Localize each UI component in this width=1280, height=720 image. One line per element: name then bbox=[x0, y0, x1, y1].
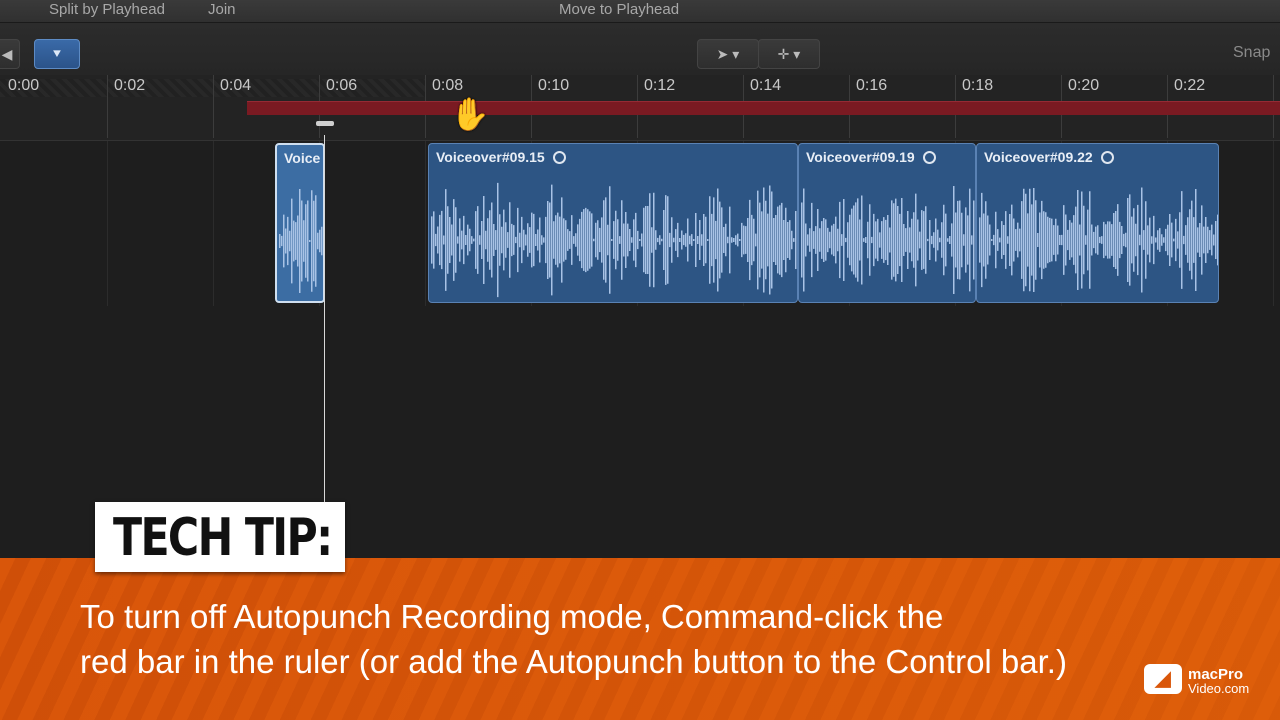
clip-title: Voiceover#09.15 bbox=[436, 149, 545, 165]
ruler-tick-label: 0:02 bbox=[114, 77, 146, 94]
tip-text-line-1: To turn off Autopunch Recording mode, Co… bbox=[80, 598, 944, 635]
clip-status-icon bbox=[922, 150, 936, 164]
clip-header: Voiceover#09.22 bbox=[984, 149, 1114, 165]
clip-voiceover-0922[interactable]: Voiceover#09.22 bbox=[976, 143, 1219, 303]
playhead[interactable] bbox=[324, 135, 325, 505]
clip-header: Voiceover#09.19 bbox=[806, 149, 936, 165]
tech-tip-label: TECH TIP: bbox=[113, 508, 333, 568]
grid-line bbox=[107, 141, 108, 306]
ruler-tick-line bbox=[213, 75, 214, 138]
clip-voiceover-0915[interactable]: Voiceover#09.15 bbox=[428, 143, 798, 303]
tool-select-button[interactable]: ➤ ▾ bbox=[697, 39, 759, 69]
timeline-toolbar: ◀ ⯆ ➤ ▾ ✛ ▾ Snap bbox=[0, 23, 1280, 75]
tip-text-line-2: red bar in the ruler (or add the Autopun… bbox=[80, 643, 1067, 680]
arrow-cursor-icon: ➤ ▾ bbox=[716, 45, 740, 62]
playhead-handle[interactable] bbox=[316, 121, 334, 126]
macprovideo-logo: ◢ macPro Video.com bbox=[1144, 664, 1264, 700]
clip-title: Voiceover#09.19 bbox=[806, 149, 915, 165]
edit-menubar: Split by Playhead Join Move to Playhead bbox=[0, 0, 1280, 23]
clip-voiceover-0919[interactable]: Voiceover#09.19 bbox=[798, 143, 976, 303]
hand-cursor-icon: ✋ bbox=[450, 96, 490, 132]
clip-status-icon bbox=[552, 150, 566, 164]
ruler-tick-label: 0:12 bbox=[644, 77, 676, 94]
grid-line bbox=[213, 141, 214, 306]
ruler-tick-label: 0:16 bbox=[856, 77, 888, 94]
ruler-tick-label: 0:14 bbox=[750, 77, 782, 94]
clip-title: Voiceover#09.22 bbox=[984, 149, 1093, 165]
ruler-tick-label: 0:06 bbox=[326, 77, 358, 94]
ruler-tick-label: 0:04 bbox=[220, 77, 252, 94]
ruler-tick-label: 0:20 bbox=[1068, 77, 1100, 94]
waveform bbox=[801, 186, 975, 294]
autopunch-red-bar[interactable] bbox=[247, 101, 1280, 115]
skimming-toggle[interactable]: ⯆ bbox=[34, 39, 80, 69]
snap-label[interactable]: Snap bbox=[1233, 44, 1270, 62]
position-tool-button[interactable]: ✛ ▾ bbox=[758, 39, 820, 69]
crosshair-icon: ✛ ▾ bbox=[777, 45, 801, 62]
tip-banner-gradient bbox=[0, 558, 1280, 720]
ruler-tick-line bbox=[107, 75, 108, 138]
ruler-tick-label: 0:18 bbox=[962, 77, 994, 94]
join-menu[interactable]: Join bbox=[208, 0, 236, 20]
clip-title: Voice bbox=[284, 150, 321, 166]
ruler-tick-label: 0:22 bbox=[1174, 77, 1206, 94]
grid-line bbox=[425, 141, 426, 306]
ruler-tick-label: 0:10 bbox=[538, 77, 570, 94]
move-to-playhead-menu[interactable]: Move to Playhead bbox=[559, 0, 679, 20]
back-button[interactable]: ◀ bbox=[0, 39, 20, 69]
skimming-icon: ⯆ bbox=[51, 45, 63, 62]
logo-text-2: Video.com bbox=[1188, 681, 1250, 696]
clip-status-icon bbox=[1100, 150, 1114, 164]
clip-header: Voiceover#09.15 bbox=[436, 149, 566, 165]
ruler-tick-label: 0:08 bbox=[432, 77, 464, 94]
waveform bbox=[431, 182, 797, 298]
waveform bbox=[979, 187, 1218, 293]
ruler-tick-label: 0:00 bbox=[8, 77, 40, 94]
split-by-playhead-menu[interactable]: Split by Playhead bbox=[49, 0, 165, 20]
clip-voice[interactable]: Voice bbox=[275, 143, 325, 303]
waveform bbox=[279, 188, 323, 294]
logo-mark-icon: ◢ bbox=[1144, 664, 1182, 694]
logo-text-1: macPro bbox=[1188, 666, 1244, 683]
grid-line bbox=[1273, 141, 1274, 306]
back-arrow-icon: ◀ bbox=[1, 45, 13, 62]
